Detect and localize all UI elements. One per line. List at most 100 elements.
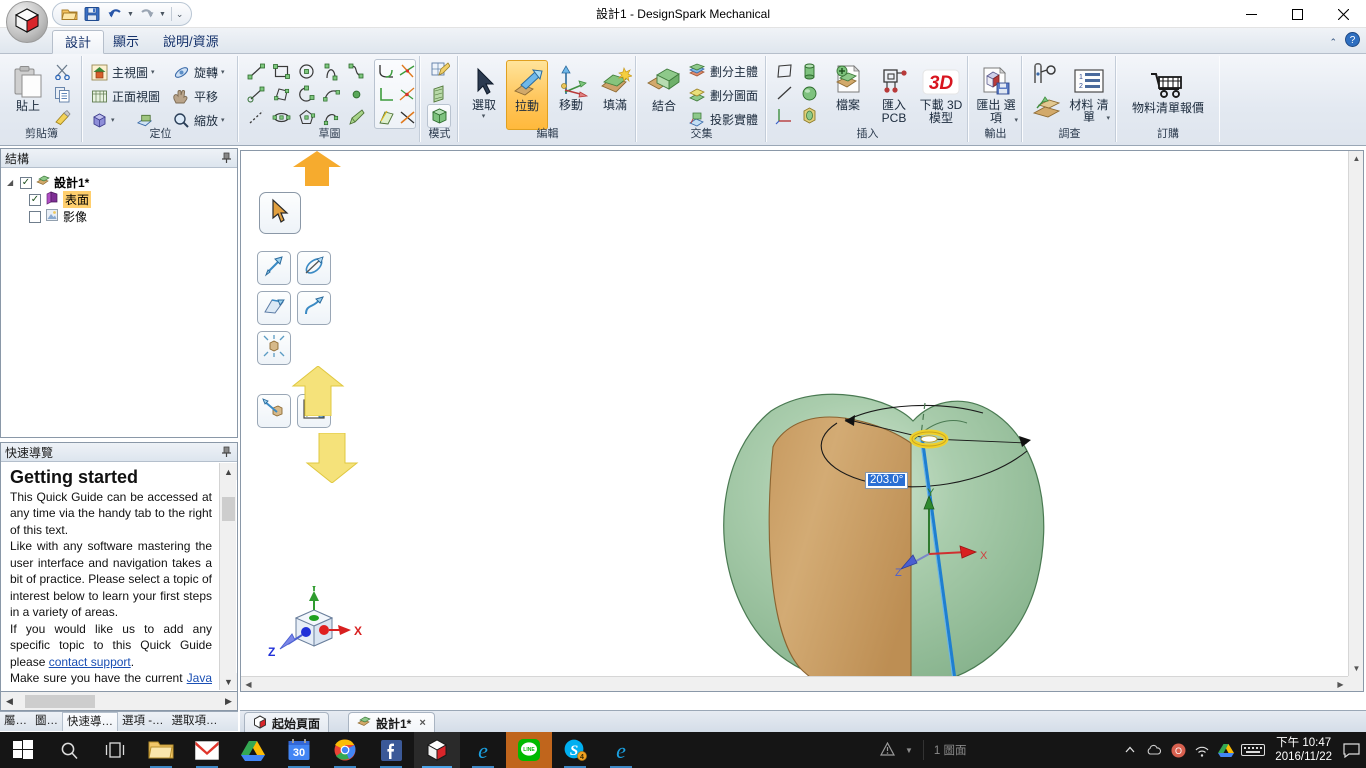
cut-scissors-icon[interactable] — [52, 61, 73, 82]
polygon-icon[interactable] — [296, 107, 317, 128]
help-icon[interactable]: ? — [1345, 32, 1360, 52]
combine-button[interactable]: 結合 — [641, 61, 687, 113]
viewport-scroll-down-icon[interactable]: ▼ — [1349, 661, 1363, 676]
home-view-caret[interactable]: ▾ — [151, 68, 155, 76]
pin-icon[interactable] — [221, 152, 232, 167]
tab-quick-guide[interactable]: 快速導… — [62, 712, 118, 731]
line-button[interactable]: LINE — [506, 732, 552, 768]
scroll-down-icon[interactable]: ▼ — [220, 673, 237, 690]
three-point-arc-icon[interactable] — [296, 84, 317, 105]
project-solid-button[interactable]: 投影實體 — [688, 110, 758, 128]
viewport-scroll-up-icon[interactable]: ▲ — [1349, 151, 1363, 166]
split-face-button[interactable]: 劃分圖面 — [688, 86, 758, 104]
tree-node-image[interactable]: 影像 — [7, 208, 237, 225]
cylinder-solid-icon[interactable] — [799, 105, 820, 126]
expander-icon[interactable]: ◢ — [7, 178, 16, 187]
fill-button[interactable]: 填滿 — [594, 60, 636, 112]
3d-viewport[interactable]: Y X Z 203.0° Y X Z ▲ ▼ ◀ ▶ — [241, 151, 1363, 691]
select-button[interactable]: 選取 ▾ — [464, 60, 504, 120]
java-link[interactable]: Java — [187, 671, 212, 685]
bom-list-button[interactable]: 1 2 材料 清單 ▾ — [1066, 60, 1112, 123]
sphere-icon[interactable] — [799, 83, 820, 104]
split-icon[interactable] — [397, 84, 418, 105]
export-caret[interactable]: ▾ — [1014, 116, 1018, 124]
sweep-arc-icon[interactable] — [321, 107, 342, 128]
spline-icon[interactable] — [346, 61, 367, 82]
taskbar-clock[interactable]: 下午 10:47 2016/11/22 — [1269, 736, 1338, 764]
cleanup-icon[interactable] — [397, 107, 418, 128]
orientation-triad[interactable]: Y X Z — [266, 586, 366, 666]
download-3d-button[interactable]: 3D 下載 3D 模型 — [918, 60, 964, 125]
edge-button[interactable]: e — [598, 732, 644, 768]
pin-icon[interactable] — [221, 446, 232, 461]
sketch-mode-icon[interactable] — [429, 60, 450, 81]
select-caret[interactable]: ▾ — [482, 112, 486, 120]
cloud-icon[interactable] — [1143, 732, 1165, 768]
front-view-button[interactable]: 正面視圖 — [90, 87, 160, 105]
action-center-icon[interactable] — [1340, 732, 1362, 768]
open-folder-icon[interactable] — [59, 4, 79, 24]
move-button[interactable]: 移動 — [550, 60, 592, 112]
google-calendar-button[interactable]: 30 — [276, 732, 322, 768]
material-icon[interactable] — [1030, 93, 1064, 123]
arc-icon[interactable] — [321, 61, 342, 82]
scroll-up-icon[interactable]: ▲ — [220, 463, 237, 480]
point-icon[interactable] — [346, 84, 367, 105]
application-menu-button[interactable] — [6, 1, 48, 43]
section-mode-icon[interactable] — [429, 83, 450, 104]
start-button[interactable] — [0, 732, 46, 768]
tree-node-design[interactable]: ◢ ✓ 設計1* — [7, 174, 237, 191]
visibility-checkbox[interactable] — [29, 210, 41, 223]
tab-design[interactable]: 設計 — [52, 30, 105, 54]
chevron-up-icon[interactable] — [1119, 732, 1141, 768]
tab-layers[interactable]: 圖… — [31, 712, 62, 731]
designspark-button[interactable] — [414, 732, 460, 768]
visibility-checkbox[interactable]: ✓ — [29, 193, 41, 206]
rotate-caret[interactable]: ▾ — [221, 68, 225, 76]
chrome-button[interactable] — [322, 732, 368, 768]
ellipse-icon[interactable] — [271, 107, 292, 128]
angle-value[interactable]: 203.0° — [868, 474, 906, 486]
collapse-ribbon-icon[interactable]: ⌃ — [1329, 37, 1337, 48]
redo-dropdown-caret[interactable]: ▼ — [159, 11, 166, 18]
tab-help-resources[interactable]: 說明/資源 — [151, 30, 231, 54]
circle-o-icon[interactable]: O — [1167, 732, 1189, 768]
rectangle-icon[interactable] — [271, 61, 292, 82]
facebook-button[interactable] — [368, 732, 414, 768]
qat-more-caret[interactable]: ⌄ — [176, 9, 184, 20]
tree-node-surface[interactable]: ✓ 表面 — [7, 191, 237, 208]
bom-quote-button[interactable]: 物料清單報價 — [1122, 63, 1214, 115]
tab-options[interactable]: 選項 -… — [118, 712, 168, 731]
doc-tab-design1[interactable]: 設計1* × — [348, 712, 435, 733]
save-disk-icon[interactable] — [82, 4, 102, 24]
circle-icon[interactable] — [296, 61, 317, 82]
solid-mode-icon[interactable] — [427, 104, 451, 128]
line-icon[interactable] — [246, 61, 267, 82]
import-pcb-button[interactable]: 匯入 PCB — [872, 60, 916, 125]
cylinder-icon[interactable] — [799, 61, 820, 82]
google-drive-button[interactable] — [230, 732, 276, 768]
tab-properties[interactable]: 屬… — [0, 712, 31, 731]
tab-selection[interactable]: 選取項… — [168, 712, 222, 731]
dashed-line-icon[interactable] — [246, 107, 267, 128]
quick-guide-vscrollbar[interactable]: ▲ ▼ — [219, 463, 237, 690]
axis-line-icon[interactable] — [774, 83, 795, 104]
revolve-model[interactable]: Y X Z — [241, 151, 1363, 691]
fillet-icon[interactable] — [376, 61, 397, 82]
doc-tab-close-icon[interactable]: × — [419, 717, 425, 729]
box-view-caret[interactable]: ▾ — [111, 116, 115, 124]
task-view-button[interactable] — [92, 732, 138, 768]
close-button[interactable] — [1320, 0, 1366, 28]
copy-icon[interactable] — [52, 84, 73, 105]
status-caret-icon[interactable]: ▼ — [905, 746, 913, 755]
split-body-button[interactable]: 劃分主體 — [688, 62, 758, 80]
keyboard-icon[interactable] — [1239, 732, 1267, 768]
search-button[interactable] — [46, 732, 92, 768]
undo-arrow-icon[interactable] — [105, 4, 125, 24]
trim-icon[interactable] — [397, 61, 418, 82]
scroll-left-icon[interactable]: ◀ — [1, 692, 18, 710]
sketch-edit-icon[interactable] — [346, 107, 367, 128]
bom-caret[interactable]: ▾ — [1106, 114, 1110, 122]
hscroll-thumb[interactable] — [25, 695, 95, 708]
contact-support-link[interactable]: contact support — [49, 655, 131, 669]
